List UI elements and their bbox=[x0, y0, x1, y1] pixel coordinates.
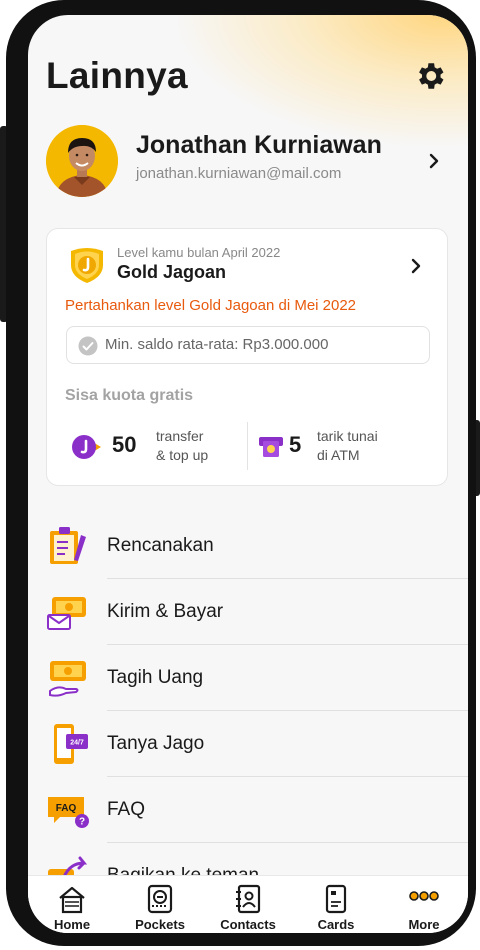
profile-name: Jonathan Kurniawan bbox=[136, 131, 382, 159]
pockets-icon bbox=[147, 884, 173, 914]
more-icon bbox=[409, 891, 439, 901]
tab-cards[interactable]: Cards bbox=[292, 882, 380, 933]
planner-icon bbox=[50, 527, 86, 564]
requirement-text: Min. saldo rata-rata: Rp3.000.000 bbox=[105, 336, 329, 353]
send-money-icon bbox=[47, 597, 86, 630]
home-icon bbox=[59, 886, 85, 914]
quota-divider bbox=[247, 422, 248, 470]
tab-more[interactable]: More bbox=[380, 882, 468, 933]
request-money-icon bbox=[49, 661, 86, 697]
menu-label: Tagih Uang bbox=[107, 667, 204, 688]
svg-text:FAQ: FAQ bbox=[56, 803, 77, 814]
menu-item-faq[interactable]: FAQ ? FAQ bbox=[28, 777, 468, 843]
profile-row[interactable]: Jonathan Kurniawan jonathan.kurniawan@ma… bbox=[46, 125, 450, 197]
help-24-7-icon: 24/7 bbox=[54, 724, 88, 764]
menu-label: Tanya Jago bbox=[107, 733, 205, 754]
tab-label: Contacts bbox=[220, 917, 276, 932]
atm-quota-label: tarik tunai di ATM bbox=[317, 428, 378, 463]
transfer-quota-label: transfer & top up bbox=[156, 428, 209, 463]
phone-frame: Lainnya Jonathan Kurniawan jonathan.kurn… bbox=[6, 0, 476, 946]
avatar bbox=[46, 125, 118, 197]
tab-home[interactable]: Home bbox=[28, 882, 116, 933]
tab-label: More bbox=[408, 917, 440, 932]
tab-label: Pockets bbox=[135, 917, 185, 932]
chevron-right-icon[interactable] bbox=[426, 151, 442, 171]
svg-text:24/7: 24/7 bbox=[70, 740, 84, 747]
menu-label: FAQ bbox=[107, 799, 146, 820]
transfer-quota-icon bbox=[72, 435, 101, 459]
quota-title: Sisa kuota gratis bbox=[65, 387, 194, 404]
page-title: Lainnya bbox=[46, 55, 188, 96]
bottom-tab-bar: Home Pockets Contacts Cards More bbox=[28, 875, 468, 933]
tab-contacts[interactable]: Contacts bbox=[204, 882, 292, 933]
gold-badge-icon bbox=[71, 248, 103, 283]
svg-text:?: ? bbox=[79, 817, 85, 828]
check-circle-icon bbox=[78, 336, 98, 356]
menu-label: Rencanakan bbox=[107, 535, 214, 556]
gear-icon[interactable] bbox=[413, 59, 447, 93]
chevron-right-icon[interactable] bbox=[409, 257, 423, 275]
menu-item-rencanakan[interactable]: Rencanakan bbox=[28, 513, 468, 579]
transfer-quota-count: 50 bbox=[112, 432, 137, 457]
requirement-box: Min. saldo rata-rata: Rp3.000.000 bbox=[66, 326, 430, 364]
tab-label: Cards bbox=[317, 917, 355, 932]
tab-pockets[interactable]: Pockets bbox=[116, 882, 204, 933]
level-caption: Level kamu bulan April 2022 bbox=[117, 245, 281, 260]
profile-email: jonathan.kurniawan@mail.com bbox=[136, 165, 342, 182]
tab-label: Home bbox=[53, 917, 91, 932]
menu-item-kirim-bayar[interactable]: Kirim & Bayar bbox=[28, 579, 468, 645]
level-card[interactable]: Level kamu bulan April 2022 Gold Jagoan … bbox=[46, 228, 448, 486]
contacts-icon bbox=[236, 884, 261, 914]
menu-item-tanya-jago[interactable]: 24/7 Tanya Jago bbox=[28, 711, 468, 777]
level-maintain-text: Pertahankan level Gold Jagoan di Mei 202… bbox=[65, 297, 357, 314]
cards-icon bbox=[325, 884, 347, 914]
atm-icon bbox=[259, 437, 283, 457]
menu-item-tagih-uang[interactable]: Tagih Uang bbox=[28, 645, 468, 711]
app-screen: Lainnya Jonathan Kurniawan jonathan.kurn… bbox=[28, 15, 468, 933]
menu-label: Kirim & Bayar bbox=[107, 601, 224, 622]
level-name: Gold Jagoan bbox=[117, 262, 227, 282]
faq-icon: FAQ ? bbox=[48, 797, 89, 828]
atm-quota-count: 5 bbox=[289, 432, 302, 457]
